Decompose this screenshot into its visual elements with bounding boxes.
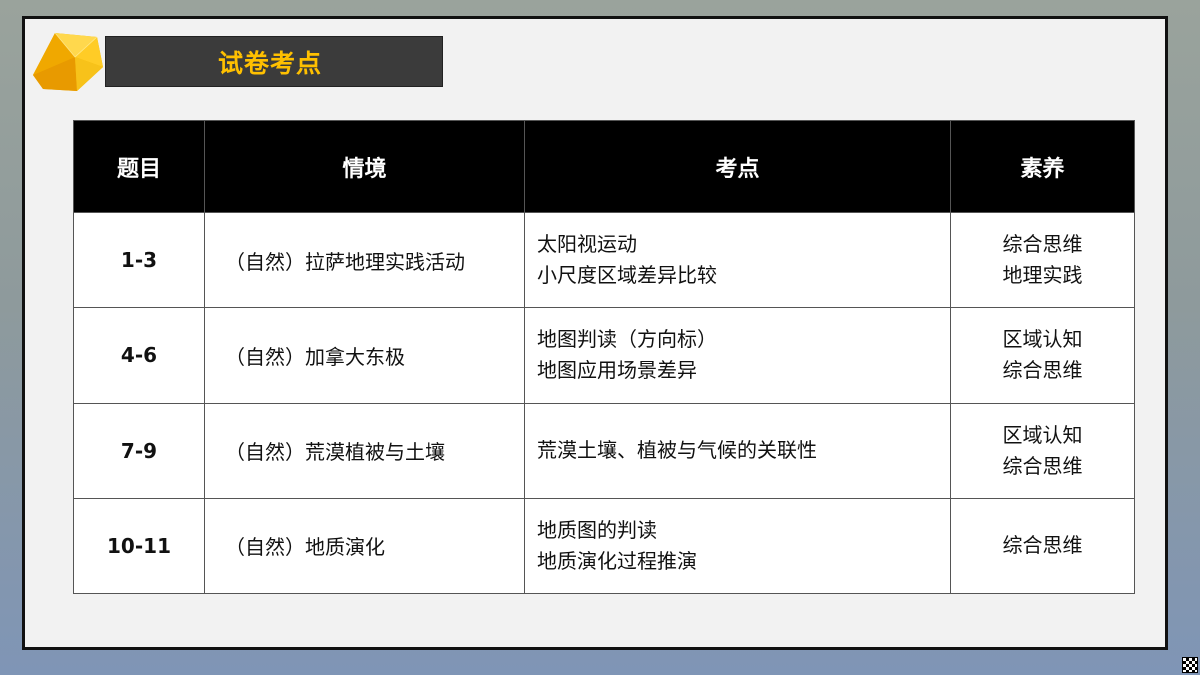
point-line: 地图判读（方向标） xyxy=(537,327,717,352)
point-line: 小尺度区域差异比较 xyxy=(537,263,717,288)
question-number: 10-11 xyxy=(73,497,205,595)
header-context: 情境 xyxy=(204,120,525,213)
point-line: 荒漠土壤、植被与气候的关联性 xyxy=(537,438,817,463)
qr-code-icon xyxy=(1182,657,1198,673)
header-question: 题目 xyxy=(73,120,205,213)
points-cell: 荒漠土壤、植被与气候的关联性 xyxy=(524,402,951,499)
points-cell: 太阳视运动 小尺度区域差异比较 xyxy=(524,211,951,309)
point-line: 地质图的判读 xyxy=(537,517,657,542)
context-cell: （自然）荒漠植被与土壤 xyxy=(204,402,525,499)
table-row: 1-3 （自然）拉萨地理实践活动 太阳视运动 小尺度区域差异比较 综合思维 地理… xyxy=(73,211,1135,309)
table-row: 7-9 （自然）荒漠植被与土壤 荒漠土壤、植被与气候的关联性 区域认知 综合思维 xyxy=(73,402,1135,499)
literacy-line: 区域认知 xyxy=(1002,422,1083,447)
title-bar: 试卷考点 xyxy=(105,36,443,87)
header-points: 考点 xyxy=(524,120,951,213)
point-line: 地质演化过程推演 xyxy=(537,548,697,573)
literacy-line: 综合思维 xyxy=(1002,358,1083,383)
literacy-line: 区域认知 xyxy=(1002,327,1083,352)
table-row: 10-11 （自然）地质演化 地质图的判读 地质演化过程推演 综合思维 xyxy=(73,497,1135,595)
header-literacy: 素养 xyxy=(950,120,1135,213)
table-row: 4-6 （自然）加拿大东极 地图判读（方向标） 地图应用场景差异 区域认知 综合… xyxy=(73,307,1135,404)
literacy-cell: 区域认知 综合思维 xyxy=(950,307,1135,404)
literacy-cell: 区域认知 综合思维 xyxy=(950,402,1135,499)
slide-frame: 试卷考点 题目 情境 考点 素养 1-3 （自然）拉萨地理实践活动 太阳视运动 … xyxy=(22,16,1168,650)
literacy-cell: 综合思维 xyxy=(950,497,1135,595)
literacy-cell: 综合思维 地理实践 xyxy=(950,211,1135,309)
page-title: 试卷考点 xyxy=(218,48,323,78)
literacy-line: 地理实践 xyxy=(1002,263,1083,288)
points-cell: 地图判读（方向标） 地图应用场景差异 xyxy=(524,307,951,404)
question-number: 1-3 xyxy=(73,211,205,309)
point-line: 地图应用场景差异 xyxy=(537,358,697,383)
question-number: 4-6 xyxy=(73,307,205,404)
question-number: 7-9 xyxy=(73,402,205,499)
literacy-line: 综合思维 xyxy=(1002,453,1083,478)
exam-points-table: 题目 情境 考点 素养 1-3 （自然）拉萨地理实践活动 太阳视运动 小尺度区域… xyxy=(73,120,1135,595)
table-header-row: 题目 情境 考点 素养 xyxy=(73,120,1135,213)
context-cell: （自然）地质演化 xyxy=(204,497,525,595)
literacy-line: 综合思维 xyxy=(1002,232,1083,257)
points-cell: 地质图的判读 地质演化过程推演 xyxy=(524,497,951,595)
point-line: 太阳视运动 xyxy=(537,232,637,257)
context-cell: （自然）拉萨地理实践活动 xyxy=(204,211,525,309)
gem-icon xyxy=(33,32,103,91)
literacy-line: 综合思维 xyxy=(1002,533,1083,558)
context-cell: （自然）加拿大东极 xyxy=(204,307,525,404)
